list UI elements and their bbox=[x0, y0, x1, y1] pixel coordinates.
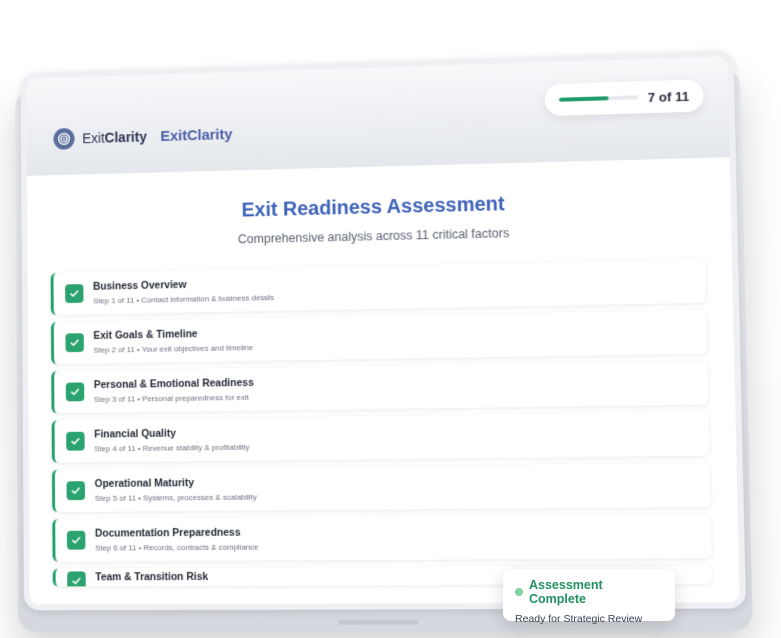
step-title: Exit Goals & Timeline bbox=[93, 328, 198, 342]
step-title: Documentation Preparedness bbox=[94, 526, 241, 540]
logo-wordmark: ExitClarity bbox=[82, 128, 147, 147]
step-item[interactable]: Financial Quality Step 4 of 11 • Revenue … bbox=[51, 411, 710, 463]
step-subtitle: Step 6 of 11 • Records, contracts & comp… bbox=[95, 542, 259, 553]
toast-subtitle: Ready for Strategic Review bbox=[515, 613, 643, 625]
step-text: Documentation Preparedness Step 6 of 11 •… bbox=[95, 527, 259, 553]
step-title: Financial Quality bbox=[94, 427, 176, 441]
step-title: Team & Transition Risk bbox=[95, 570, 209, 584]
progress-fill bbox=[558, 96, 609, 102]
checkmark-icon bbox=[67, 571, 86, 587]
laptop-notch bbox=[338, 619, 419, 625]
step-item[interactable]: Business Overview Step 1 of 11 • Contact … bbox=[50, 259, 707, 316]
target-logo-icon bbox=[53, 127, 75, 150]
checkmark-icon bbox=[65, 333, 84, 353]
progress-label: 7 of 11 bbox=[647, 88, 690, 105]
step-text: Exit Goals & Timeline Step 2 of 11 • Your… bbox=[93, 327, 253, 354]
step-item[interactable]: Operational Maturity Step 5 of 11 • Syste… bbox=[51, 462, 711, 513]
step-subtitle: Step 4 of 11 • Revenue stability & profi… bbox=[94, 442, 250, 454]
app-header: ExitClarity ExitClarity 7 of 11 bbox=[26, 56, 730, 176]
step-subtitle: Step 1 of 11 • Contact information & bus… bbox=[93, 293, 275, 306]
step-text: Business Overview Step 1 of 11 • Contact … bbox=[93, 277, 274, 305]
laptop-mockup: ExitClarity ExitClarity 7 of 11 Exit Rea… bbox=[14, 50, 753, 633]
screenshot-stage: ExitClarity ExitClarity 7 of 11 Exit Rea… bbox=[0, 0, 781, 638]
step-item[interactable]: Exit Goals & Timeline Step 2 of 11 • Your… bbox=[50, 309, 708, 365]
laptop-screen: ExitClarity ExitClarity 7 of 11 Exit Rea… bbox=[20, 50, 747, 611]
brand[interactable]: ExitClarity ExitClarity bbox=[53, 123, 233, 150]
page-subtitle: Comprehensive analysis across 11 critica… bbox=[237, 226, 510, 247]
checkmark-icon bbox=[65, 382, 85, 402]
step-title: Personal & Emotional Readiness bbox=[93, 376, 254, 392]
step-subtitle: Step 3 of 11 • Personal preparedness for… bbox=[93, 392, 249, 404]
step-item[interactable]: Documentation Preparedness Step 6 of 11 •… bbox=[52, 514, 712, 562]
page-title: Exit Readiness Assessment bbox=[241, 193, 505, 222]
toast-title: Assessment Complete bbox=[529, 578, 603, 606]
step-subtitle: Step 2 of 11 • Your exit objectives and … bbox=[93, 343, 254, 355]
step-item[interactable]: Personal & Emotional Readiness Step 3 of … bbox=[51, 360, 709, 414]
step-subtitle: Step 5 of 11 • Systems, processes & scal… bbox=[94, 492, 258, 503]
checkmark-icon bbox=[65, 284, 84, 304]
checkmark-icon bbox=[66, 431, 85, 451]
step-text: Financial Quality Step 4 of 11 • Revenue … bbox=[94, 427, 249, 454]
brand-name: ExitClarity bbox=[160, 125, 233, 145]
step-title: Business Overview bbox=[92, 278, 187, 293]
checkmark-icon bbox=[66, 530, 86, 550]
step-text: Operational Maturity Step 5 of 11 • Syste… bbox=[95, 477, 257, 503]
progress-indicator: 7 of 11 bbox=[544, 79, 704, 117]
step-title: Operational Maturity bbox=[94, 477, 195, 491]
completion-toast: Assessment Complete Ready for Strategic … bbox=[503, 569, 675, 625]
checkmark-icon bbox=[66, 481, 86, 501]
status-dot-icon bbox=[515, 588, 523, 596]
step-list: Business Overview Step 1 of 11 • Contact … bbox=[50, 259, 713, 593]
step-text: Personal & Emotional Readiness Step 3 of … bbox=[94, 377, 254, 404]
step-text: Team & Transition Risk bbox=[95, 571, 208, 587]
main-content: Exit Readiness Assessment Comprehensive … bbox=[26, 157, 740, 605]
progress-track bbox=[558, 95, 638, 102]
